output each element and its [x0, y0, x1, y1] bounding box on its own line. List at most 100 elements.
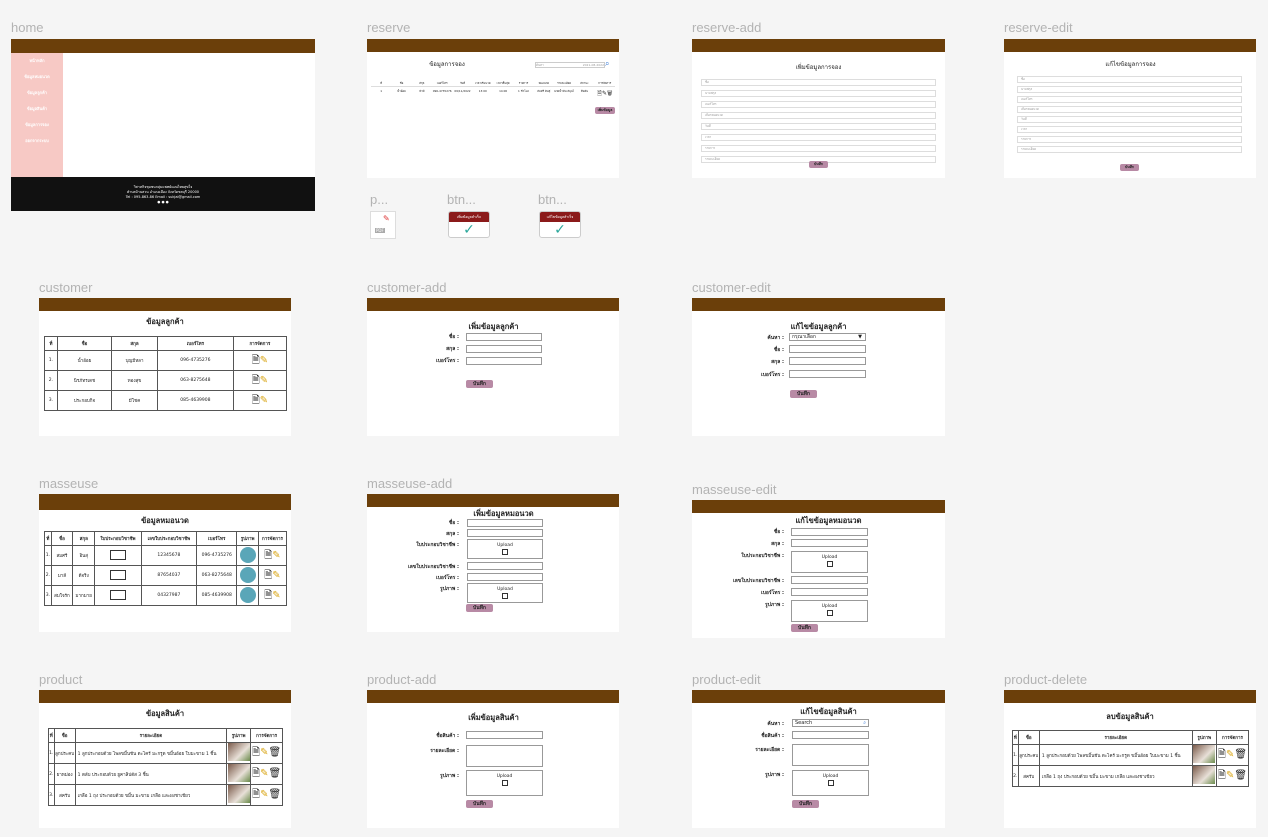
date-search-input[interactable]: ค้นหา 2021-08-2022: [535, 62, 605, 68]
row-actions[interactable]: 🗎✎🗑: [250, 763, 283, 785]
edit-icon[interactable]: ✎: [260, 790, 268, 800]
form-field[interactable]: ชื่อ: [1017, 76, 1242, 83]
row-actions[interactable]: 🗎✎🗑: [595, 89, 615, 99]
row-actions[interactable]: 🗎✎🗑: [250, 784, 283, 806]
sidebar-item[interactable]: ข้อมูลสินค้า: [11, 105, 63, 112]
row-actions[interactable]: 🗎✎: [232, 370, 288, 391]
save-button[interactable]: บันทึก: [1120, 164, 1139, 171]
form-field[interactable]: ชื่อ: [701, 79, 936, 86]
lname-input[interactable]: [467, 529, 543, 537]
fname-input[interactable]: [467, 519, 543, 527]
delete-icon[interactable]: 🗑: [268, 769, 281, 779]
sidebar-item[interactable]: หน้าหลัก: [11, 57, 63, 64]
sidebar-item[interactable]: ออกจากระบบ: [11, 137, 63, 144]
form-field[interactable]: เบอร์โทร: [1017, 96, 1242, 103]
edit-icon[interactable]: ✎: [260, 375, 268, 386]
save-button[interactable]: บันทึก: [809, 161, 828, 168]
edit-icon[interactable]: ✎: [1226, 771, 1234, 781]
save-button[interactable]: บันทึก: [466, 604, 493, 612]
license-upload[interactable]: Upload: [467, 539, 543, 559]
save-button[interactable]: บันทึก: [791, 624, 818, 632]
lname-input[interactable]: [466, 345, 542, 353]
form-field[interactable]: นามสกุล: [1017, 86, 1242, 93]
view-icon[interactable]: 🗎: [252, 375, 260, 386]
fname-input[interactable]: [789, 345, 866, 353]
view-icon[interactable]: 🗎: [264, 570, 272, 581]
edit-icon[interactable]: ✎: [260, 748, 268, 758]
delete-icon[interactable]: 🗑: [268, 748, 281, 758]
fname-input[interactable]: [791, 528, 868, 536]
delete-icon[interactable]: 🗑: [1234, 771, 1247, 781]
delete-icon[interactable]: 🗑: [1234, 750, 1247, 760]
tel-input[interactable]: [791, 588, 868, 596]
form-field[interactable]: เวลา: [1017, 126, 1242, 133]
lname-input[interactable]: [791, 539, 868, 547]
form-field[interactable]: เลือกหมอนวด: [1017, 106, 1242, 113]
edit-icon[interactable]: ✎: [260, 395, 268, 406]
license-no-input[interactable]: [791, 576, 868, 584]
row-actions[interactable]: 🗎✎🗑: [250, 742, 283, 764]
delete-icon[interactable]: 🗑: [268, 790, 281, 800]
tel-input[interactable]: [467, 573, 543, 581]
view-icon[interactable]: 🗎: [252, 790, 260, 800]
photo-upload[interactable]: Upload: [466, 770, 543, 796]
detail-input[interactable]: [792, 744, 869, 766]
sidebar-item[interactable]: ข้อมูลลูกค้า: [11, 89, 63, 96]
save-button[interactable]: บันทึก: [790, 390, 817, 398]
table-cell: 1.: [44, 350, 58, 371]
lname-input[interactable]: [789, 357, 866, 365]
detail-input[interactable]: [466, 745, 543, 767]
tel-input[interactable]: [789, 370, 866, 378]
edit-icon[interactable]: ✎: [260, 769, 268, 779]
form-field[interactable]: รายการ: [1017, 136, 1242, 143]
view-icon[interactable]: 🗎: [264, 550, 272, 561]
row-actions[interactable]: 🗎✎: [257, 585, 288, 606]
search-input[interactable]: Search ⌕: [792, 719, 869, 727]
form-field[interactable]: วันที่: [701, 123, 936, 130]
edit-icon[interactable]: ✎: [272, 570, 280, 581]
name-input[interactable]: [466, 731, 543, 739]
sidebar-item[interactable]: ข้อมูลการจอง: [11, 121, 63, 128]
name-input[interactable]: [792, 731, 869, 739]
view-icon[interactable]: 🗎: [252, 355, 260, 366]
form-field[interactable]: เบอร์โทร: [701, 101, 936, 108]
form-field[interactable]: เลือกหมอนวด: [701, 112, 936, 119]
sidebar-item[interactable]: ข้อมูลหมอนวด: [11, 73, 63, 80]
row-actions[interactable]: 🗎✎: [257, 545, 288, 566]
form-field[interactable]: รายละเอียด: [1017, 146, 1242, 153]
form-field[interactable]: วันที่: [1017, 116, 1242, 123]
row-actions[interactable]: 🗎✎: [257, 565, 288, 586]
save-button[interactable]: บันทึก: [466, 380, 493, 388]
view-icon[interactable]: 🗎: [264, 590, 272, 601]
save-button[interactable]: บันทึก: [792, 800, 819, 808]
row-actions[interactable]: 🗎✎🗑: [1215, 744, 1250, 766]
form-field[interactable]: นามสกุล: [701, 90, 936, 97]
view-icon[interactable]: 🗎: [1218, 750, 1226, 760]
form-field[interactable]: รายการ: [701, 145, 936, 152]
form-field[interactable]: เวลา: [701, 134, 936, 141]
row-actions[interactable]: 🗎✎🗑: [1215, 765, 1250, 787]
pdf-icon[interactable]: PDF ✎: [370, 211, 396, 239]
edit-icon[interactable]: ✎: [272, 590, 280, 601]
edit-icon[interactable]: ✎: [260, 355, 268, 366]
tel-input[interactable]: [466, 357, 542, 365]
edit-icon[interactable]: ✎: [272, 550, 280, 561]
row-actions[interactable]: 🗎✎: [232, 350, 288, 371]
view-icon[interactable]: 🗎: [252, 395, 260, 406]
fname-input[interactable]: [466, 333, 542, 341]
view-icon[interactable]: 🗎: [1218, 771, 1226, 781]
add-reserve-button[interactable]: เพิ่มข้อมูล: [595, 107, 615, 114]
search-icon[interactable]: ⌕: [605, 59, 609, 69]
reserve-add-frame: เพิ่มข้อมูลการจอง ชื่อ นามสกุล เบอร์โทร เลื…: [692, 39, 945, 178]
license-upload[interactable]: Upload: [791, 551, 868, 573]
row-actions[interactable]: 🗎✎: [232, 390, 288, 411]
photo-upload[interactable]: Upload: [467, 583, 543, 603]
edit-icon[interactable]: ✎: [1226, 750, 1234, 760]
license-no-input[interactable]: [467, 562, 543, 570]
view-icon[interactable]: 🗎: [252, 748, 260, 758]
photo-upload[interactable]: Upload: [791, 600, 868, 622]
save-button[interactable]: บันทึก: [466, 800, 493, 808]
photo-upload[interactable]: Upload: [792, 770, 869, 796]
view-icon[interactable]: 🗎: [252, 769, 260, 779]
customer-select[interactable]: กรุณาเลือก ▼: [789, 333, 866, 341]
